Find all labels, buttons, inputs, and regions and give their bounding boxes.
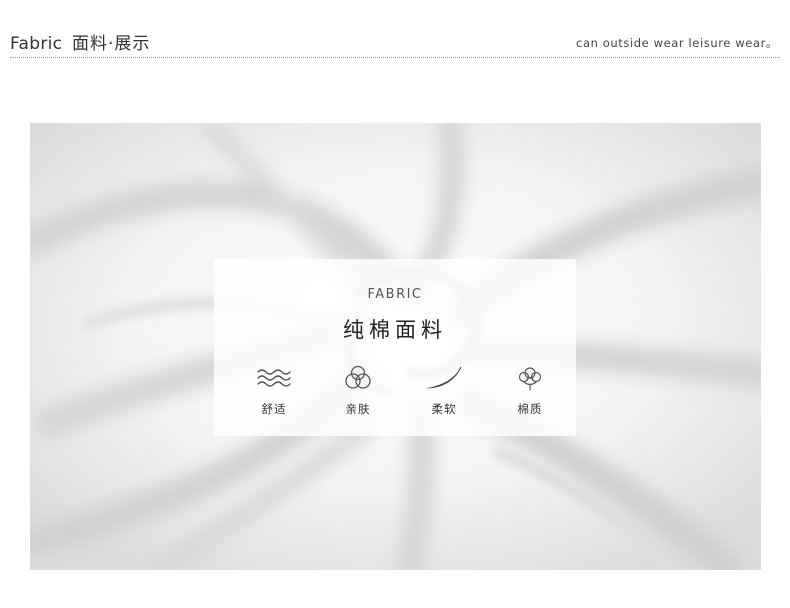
feature-label: 亲肤: [345, 402, 371, 416]
feather-icon: [426, 366, 462, 389]
header-divider: [10, 57, 780, 58]
header-title-en: Fabric: [10, 34, 63, 54]
fabric-info-card: FABRIC 纯棉面料 舒适 亲肤 柔软 棉质: [214, 259, 576, 436]
feature-label: 舒适: [261, 402, 287, 416]
feature-list: 舒适 亲肤 柔软 棉质: [232, 364, 558, 424]
page-header: Fabric 面料·展示 can outside wear leisure we…: [0, 0, 790, 60]
cotton-flower-icon: [518, 367, 542, 391]
feature-label: 棉质: [517, 402, 543, 416]
feature-cotton: 棉质: [490, 364, 570, 417]
feature-label: 柔软: [431, 402, 457, 416]
feature-comfortable: 舒适: [234, 364, 314, 417]
card-title-zh: 纯棉面料: [343, 318, 447, 342]
card-title-en: FABRIC: [367, 287, 423, 302]
header-subtitle: can outside wear leisure wear。: [576, 36, 778, 50]
feature-skin-friendly: 亲肤: [318, 364, 398, 417]
header-title: Fabric 面料·展示: [10, 29, 150, 54]
waves-icon: [257, 369, 291, 387]
feature-soft: 柔软: [404, 364, 484, 417]
header-title-zh: 面料·展示: [72, 34, 151, 54]
cloud-icon: [345, 365, 371, 389]
